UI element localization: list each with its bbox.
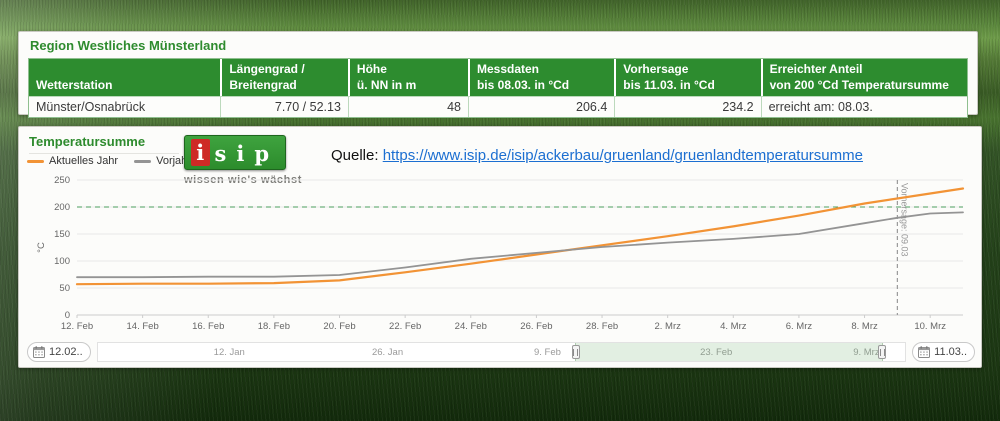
chart-legend: Aktuelles Jahr Vorjahr	[27, 155, 191, 167]
svg-text:°C: °C	[36, 242, 47, 253]
svg-text:Vorhersage: 09.03: Vorhersage: 09.03	[899, 183, 909, 257]
col-laengengrad-breitengrad: Längengrad /Breitengrad	[220, 59, 348, 96]
weather-table-card: Region Westliches Münsterland Wetterstat…	[18, 31, 978, 115]
navigator-tick: 9. Feb	[534, 347, 561, 358]
svg-text:150: 150	[54, 229, 70, 240]
svg-text:18. Feb: 18. Feb	[258, 321, 290, 332]
table-header-row: Wetterstation Längengrad /Breitengrad Hö…	[29, 59, 967, 96]
navigator-left-handle[interactable]	[572, 345, 580, 359]
source-label: Quelle:	[331, 147, 379, 164]
region-title: Region Westliches Münsterland	[30, 38, 968, 53]
col-erreichter-anteil: Erreichter Anteilvon 200 °Cd Temperaturs…	[761, 59, 967, 96]
legend-item-aktuelles-jahr[interactable]: Aktuelles Jahr	[27, 155, 118, 167]
svg-text:0: 0	[65, 310, 70, 321]
col-vorhersage: Vorhersagebis 11.03. in °Cd	[614, 59, 760, 96]
col-wetterstation: Wetterstation	[29, 59, 220, 96]
col-hoehe: Höheü. NN in m	[348, 59, 468, 96]
svg-text:20. Feb: 20. Feb	[323, 321, 355, 332]
svg-text:200: 200	[54, 202, 70, 213]
svg-text:50: 50	[59, 283, 70, 294]
range-navigator-row: 12.02.. 12. Jan 26. Jan 9. Feb 23. Feb 9…	[27, 339, 975, 365]
svg-text:6. Mrz: 6. Mrz	[786, 321, 813, 332]
previous-year-line-swatch	[134, 160, 151, 163]
cell-messdaten: 206.4	[468, 96, 614, 117]
cell-hoehe: 48	[348, 96, 468, 117]
isip-logo-box: i sip	[184, 135, 286, 170]
table-row: Münster/Osnabrück 7.70 / 52.13 48 206.4 …	[29, 96, 967, 117]
svg-text:22. Feb: 22. Feb	[389, 321, 421, 332]
temperature-chart-card: Temperatursumme Aktuelles Jahr Vorjahr i…	[18, 126, 982, 368]
isip-logo-letters: sip	[215, 139, 279, 166]
svg-text:4. Mrz: 4. Mrz	[720, 321, 747, 332]
svg-text:16. Feb: 16. Feb	[192, 321, 224, 332]
weather-table: Wetterstation Längengrad /Breitengrad Hö…	[28, 58, 968, 118]
range-end-date-input[interactable]: 11.03..	[912, 342, 975, 362]
calendar-icon	[33, 346, 45, 358]
source-line: Quelle: https://www.isip.de/isip/ackerba…	[331, 147, 863, 164]
navigator-tick: 12. Jan	[214, 347, 245, 358]
navigator-tick: 26. Jan	[372, 347, 403, 358]
cell-wetterstation: Münster/Osnabrück	[29, 96, 220, 117]
svg-text:8. Mrz: 8. Mrz	[851, 321, 878, 332]
temperature-sum-chart: 0 50 100 150 200 250 °C 12. Feb 14. Feb 16. Feb 18…	[27, 173, 975, 337]
svg-text:28. Feb: 28. Feb	[586, 321, 618, 332]
svg-text:12. Feb: 12. Feb	[61, 321, 93, 332]
calendar-icon	[918, 346, 930, 358]
svg-text:10. Mrz: 10. Mrz	[914, 321, 946, 332]
navigator-selected-range[interactable]	[575, 343, 883, 361]
isip-logo-i: i	[191, 139, 210, 166]
chart-title: Temperatursumme	[29, 134, 179, 154]
svg-text:26. Feb: 26. Feb	[520, 321, 552, 332]
svg-text:100: 100	[54, 256, 70, 267]
legend-item-vorjahr[interactable]: Vorjahr	[134, 155, 191, 167]
source-link[interactable]: https://www.isip.de/isip/ackerbau/gruenl…	[383, 147, 863, 164]
svg-text:250: 250	[54, 175, 70, 186]
range-start-date-input[interactable]: 12.02..	[27, 342, 91, 362]
current-year-line-swatch	[27, 160, 44, 163]
svg-text:14. Feb: 14. Feb	[127, 321, 159, 332]
cell-erreichter-anteil: erreicht am: 08.03.	[761, 96, 967, 117]
navigator-right-handle[interactable]	[878, 345, 886, 359]
cell-koordinaten: 7.70 / 52.13	[220, 96, 348, 117]
cell-vorhersage: 234.2	[614, 96, 760, 117]
svg-text:2. Mrz: 2. Mrz	[654, 321, 681, 332]
col-messdaten: Messdatenbis 08.03. in °Cd	[468, 59, 614, 96]
navigator-track[interactable]: 12. Jan 26. Jan 9. Feb 23. Feb 9. Mrz	[97, 342, 907, 362]
svg-text:24. Feb: 24. Feb	[455, 321, 487, 332]
